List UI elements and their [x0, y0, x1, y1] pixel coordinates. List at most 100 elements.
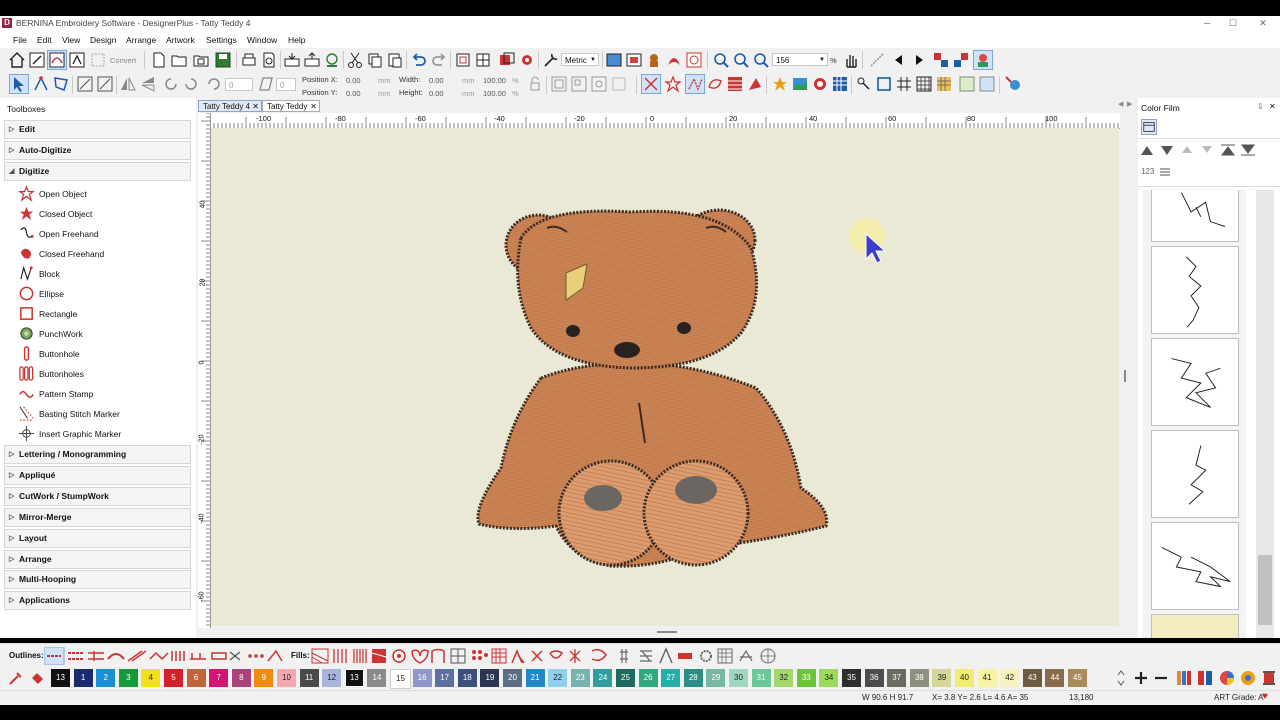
- eyedropper-icon[interactable]: [8, 670, 24, 686]
- thread-colors-icon[interactable]: [1196, 669, 1214, 687]
- measure-icon[interactable]: [868, 51, 886, 69]
- section-edit[interactable]: ▷ Edit: [4, 120, 191, 139]
- palette-swatch[interactable]: 4: [141, 669, 161, 687]
- section-digitize[interactable]: ◢ Digitize: [4, 162, 191, 181]
- film-thumb-4[interactable]: [1151, 430, 1239, 518]
- palette-swatch[interactable]: 21: [525, 669, 545, 687]
- move-up-disabled-icon[interactable]: [1180, 143, 1194, 157]
- palette-swatch[interactable]: 14: [367, 669, 387, 687]
- show-stitches-icon[interactable]: [498, 51, 516, 69]
- close-window-button[interactable]: ✕: [1250, 16, 1276, 30]
- show-ruler-grid-icon[interactable]: [895, 75, 913, 93]
- palette-swatch[interactable]: 9: [254, 669, 274, 687]
- unlock-icon[interactable]: [610, 75, 628, 93]
- palette-swatch[interactable]: 2: [96, 669, 116, 687]
- sort-colors-icon[interactable]: [952, 51, 970, 69]
- embroidery-canvas-icon[interactable]: [47, 50, 67, 70]
- menu-design[interactable]: Design: [90, 35, 116, 45]
- zoom-out-icon[interactable]: [752, 51, 770, 69]
- palette-swatch[interactable]: 43: [1022, 669, 1042, 687]
- palette-swatch[interactable]: 24: [593, 669, 613, 687]
- show-grid-icon[interactable]: [915, 75, 933, 93]
- move-first-icon[interactable]: [1220, 143, 1236, 157]
- artwork-canvas-icon[interactable]: [68, 51, 86, 69]
- section-layout[interactable]: ▷ Layout: [4, 529, 191, 548]
- film-thumb-1[interactable]: [1151, 190, 1239, 242]
- background-icon[interactable]: [605, 51, 623, 69]
- tab-scroll-right-icon[interactable]: ▶: [1127, 100, 1132, 108]
- move-down-icon[interactable]: [1160, 143, 1174, 157]
- position-y-value[interactable]: 0.00: [346, 89, 361, 98]
- pin-icon[interactable]: ⇩: [1257, 102, 1264, 111]
- thread-spool-icon[interactable]: [1260, 669, 1278, 687]
- color-blend-icon[interactable]: [1239, 669, 1257, 687]
- show-needle-points-icon[interactable]: [641, 74, 661, 94]
- color-wheel-icon[interactable]: [1218, 669, 1236, 687]
- palette-swatch[interactable]: 32: [774, 669, 794, 687]
- save-icon[interactable]: [214, 51, 232, 69]
- mirror-vertical-icon[interactable]: [119, 75, 137, 93]
- film-thumb-3[interactable]: [1151, 338, 1239, 426]
- rotate-left-icon[interactable]: [162, 75, 180, 93]
- tab-tatty-teddy-4[interactable]: Tatty Teddy 4 ✕: [198, 100, 262, 112]
- convert-label[interactable]: Convert: [110, 56, 136, 65]
- width-value[interactable]: 0.00: [429, 76, 444, 85]
- show-images-icon[interactable]: [791, 75, 809, 93]
- menu-settings[interactable]: Settings: [206, 35, 237, 45]
- lock-icon[interactable]: [590, 75, 608, 93]
- menu-edit[interactable]: Edit: [37, 35, 52, 45]
- zoom-field[interactable]: 156 ▼: [772, 53, 828, 66]
- color-film-list[interactable]: [1142, 190, 1246, 638]
- splitter-handle[interactable]: [1124, 370, 1126, 382]
- film-thumb-6[interactable]: [1151, 614, 1239, 638]
- menu-artwork[interactable]: Artwork: [166, 35, 195, 45]
- show-guides-icon[interactable]: [935, 75, 953, 93]
- close-tab-icon[interactable]: ✕: [252, 101, 259, 113]
- print-preview-icon[interactable]: [260, 51, 278, 69]
- show-frame-icon[interactable]: [875, 75, 893, 93]
- palette-swatch[interactable]: 22: [548, 669, 568, 687]
- film-thumb-2[interactable]: [1151, 246, 1239, 334]
- select-arrow-icon[interactable]: [9, 74, 29, 94]
- palette-swatch[interactable]: 30: [729, 669, 748, 687]
- section-auto-digitize[interactable]: ▷ Auto-Digitize: [4, 141, 191, 160]
- menu-window[interactable]: Window: [247, 35, 277, 45]
- hoop-icon[interactable]: [454, 51, 472, 69]
- fill-types-group[interactable]: [310, 647, 610, 665]
- palette-swatch[interactable]: 11: [299, 669, 319, 687]
- rotate-right-icon[interactable]: [182, 75, 200, 93]
- edit-design-icon[interactable]: [28, 51, 46, 69]
- width-percent[interactable]: 100.00: [483, 76, 506, 85]
- show-appliqué-icon[interactable]: [746, 75, 764, 93]
- add-color-icon[interactable]: [1133, 670, 1149, 686]
- palette-swatch[interactable]: 39: [932, 669, 952, 687]
- palette-swatch[interactable]: 37: [887, 669, 907, 687]
- section-cutwork[interactable]: ▷ CutWork / StumpWork: [4, 487, 191, 506]
- thread-chart-icon[interactable]: [1175, 669, 1193, 687]
- menu-view[interactable]: View: [62, 35, 80, 45]
- pan-hand-icon[interactable]: [842, 51, 860, 69]
- palette-swatch[interactable]: 6: [186, 669, 206, 687]
- undo-icon[interactable]: [410, 51, 428, 69]
- section-mirror-merge[interactable]: ▷ Mirror-Merge: [4, 508, 191, 527]
- palette-swatch[interactable]: 40: [955, 669, 974, 687]
- stitch-player-icon[interactable]: [685, 51, 703, 69]
- palette-swatch[interactable]: 19: [480, 669, 500, 687]
- scale-icon[interactable]: [76, 75, 94, 93]
- palette-swatch[interactable]: 15: [390, 669, 411, 689]
- section-arrange[interactable]: ▷ Arrange: [4, 550, 191, 569]
- palette-swatch[interactable]: 23: [570, 669, 590, 687]
- open-folder-icon[interactable]: [170, 51, 188, 69]
- palette-swatch[interactable]: 28: [683, 669, 703, 687]
- mirror-horizontal-icon[interactable]: [139, 75, 157, 93]
- close-panel-icon[interactable]: ✕: [1269, 102, 1276, 111]
- palette-scroll-icon[interactable]: [1116, 669, 1126, 687]
- resize-icon[interactable]: [96, 75, 114, 93]
- move-down-disabled-icon[interactable]: [1200, 143, 1214, 157]
- palette-swatch[interactable]: 36: [864, 669, 884, 687]
- palette-swatch[interactable]: 31: [751, 669, 771, 687]
- palette-swatch[interactable]: 5: [164, 669, 183, 687]
- menu-file[interactable]: File: [13, 35, 27, 45]
- section-applications[interactable]: ▷ Applications: [4, 591, 191, 610]
- show-vectors-icon[interactable]: [811, 75, 829, 93]
